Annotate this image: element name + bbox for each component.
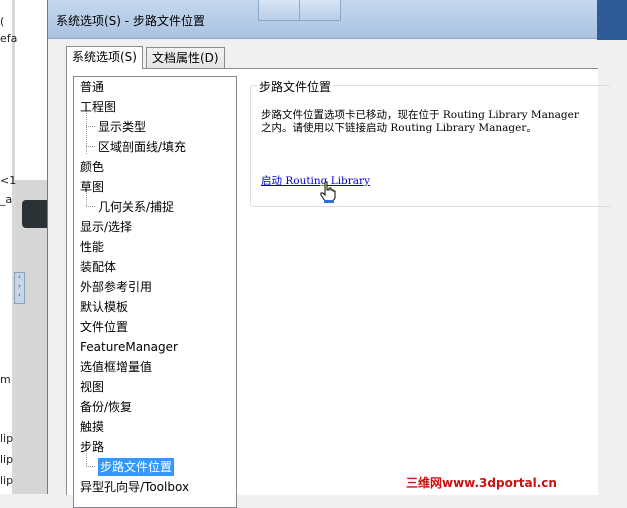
tab-system-options[interactable]: 系统选项(S) [66, 46, 143, 69]
options-tree[interactable]: 普通 工程图 显示类型 区域剖面线/填充 颜色 草图 几何关系/捕捉 显示/选择… [73, 76, 237, 508]
moved-notice-text: 步路文件位置选项卡已移动，现在位于 Routing Library Manage… [261, 109, 606, 135]
tree-item-backup-recover[interactable]: 备份/恢复 [80, 398, 132, 416]
tree-item-file-locations[interactable]: 文件位置 [80, 318, 128, 336]
tree-item-drawings[interactable]: 工程图 [80, 98, 116, 116]
tree-item-featuremanager[interactable]: FeatureManager [80, 338, 178, 356]
background-text: m [0, 373, 11, 386]
tree-item-area-hatch-fill[interactable]: 区域剖面线/填充 [98, 138, 186, 156]
background-app-window: ‹ › ‹ ( efa <1 _a m lip lip lip [0, 0, 48, 494]
background-text: lip [0, 432, 14, 445]
tab-panel: 普通 工程图 显示类型 区域剖面线/填充 颜色 草图 几何关系/捕捉 显示/选择… [66, 68, 611, 508]
group-title: 步路文件位置 [257, 78, 334, 95]
caption-button[interactable] [258, 0, 300, 21]
tree-item-touch[interactable]: 触摸 [80, 418, 104, 436]
tree-item-hole-wizard-toolbox[interactable]: 异型孔向导/Toolbox [80, 478, 189, 496]
tree-item-spin-box-increments[interactable]: 选值框增量值 [80, 358, 152, 376]
site-watermark: 三维网www.3dportal.cn [406, 476, 557, 490]
background-window-edge [596, 0, 627, 40]
background-text: ( [0, 15, 5, 28]
tree-item-routing-file-locations[interactable]: 步路文件位置 [98, 458, 175, 476]
dialog-title: 系统选项(S) - 步路文件位置 [56, 14, 205, 28]
notice-line-2: 之内。请使用以下链接启动 Routing Library Manager。 [261, 122, 537, 134]
tree-item-colors[interactable]: 颜色 [80, 158, 104, 176]
launch-routing-library-link[interactable]: 启动 Routing Library [261, 173, 370, 188]
dialog-titlebar[interactable]: 系统选项(S) - 步路文件位置 [48, 0, 597, 39]
tree-item-display-type[interactable]: 显示类型 [98, 118, 146, 136]
background-text: _a [0, 193, 13, 206]
tree-item-external-references[interactable]: 外部参考引用 [80, 278, 152, 296]
tree-item-display-selection[interactable]: 显示/选择 [80, 218, 132, 236]
hand-pointer-icon [320, 181, 336, 203]
tree-item-general[interactable]: 普通 [80, 78, 104, 96]
splitter-handle[interactable]: ‹ › ‹ [14, 272, 25, 304]
tree-item-performance[interactable]: 性能 [80, 238, 104, 256]
routing-file-locations-group: 步路文件位置 步路文件位置选项卡已移动，现在位于 Routing Library… [250, 78, 611, 207]
system-options-dialog: 系统选项(S) - 步路文件位置 系统选项(S) 文档属性(D) 普通 工程图 … [47, 0, 611, 508]
background-text: lip [0, 474, 14, 487]
background-text: lip [0, 453, 14, 466]
tree-item-assemblies[interactable]: 装配体 [80, 258, 116, 276]
tab-document-properties[interactable]: 文档属性(D) [146, 47, 225, 68]
tree-item-sketch[interactable]: 草图 [80, 178, 104, 196]
notice-line-1: 步路文件位置选项卡已移动，现在位于 Routing Library Manage… [261, 109, 579, 121]
caption-button[interactable] [299, 0, 341, 21]
tree-item-view[interactable]: 视图 [80, 378, 104, 396]
tree-item-relations-snaps[interactable]: 几何关系/捕捉 [98, 198, 174, 216]
tree-item-routing[interactable]: 步路 [80, 438, 104, 456]
background-model-part [22, 200, 48, 228]
background-text: <1 [0, 174, 17, 187]
background-text: efa [0, 32, 18, 45]
tree-item-default-templates[interactable]: 默认模板 [80, 298, 128, 316]
